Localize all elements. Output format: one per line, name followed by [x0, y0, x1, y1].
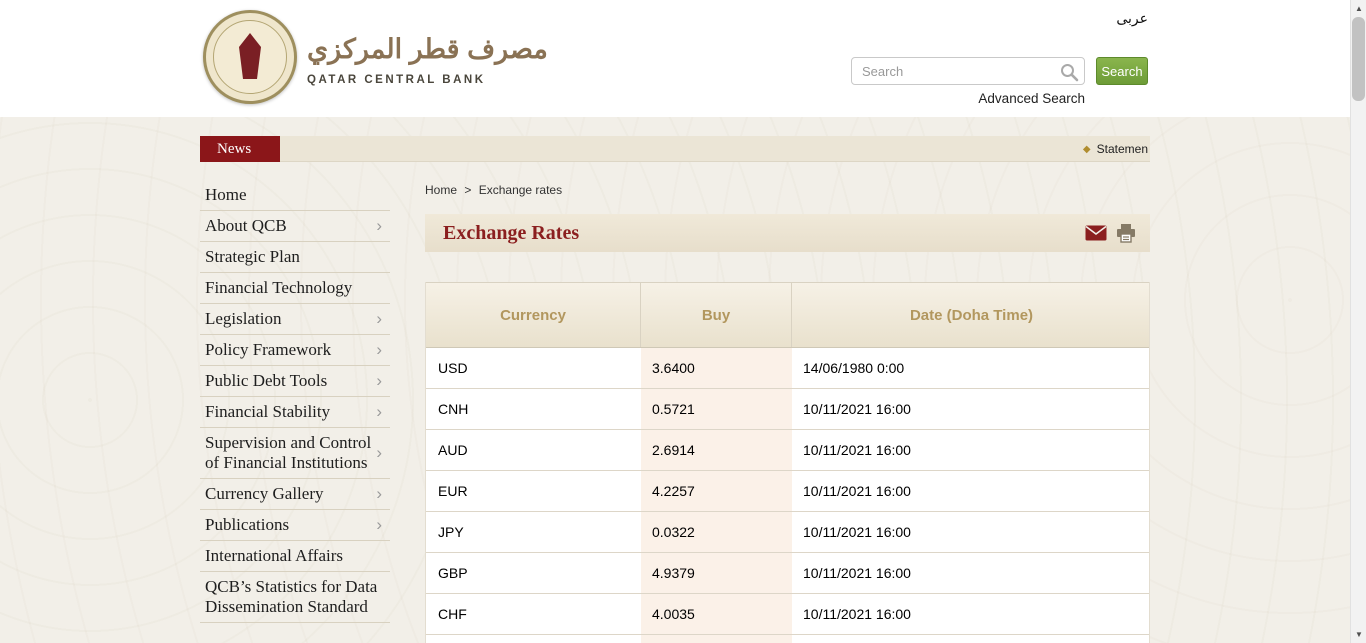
arabic-language-link[interactable]: عربى — [1116, 10, 1148, 27]
buy-rate: 4.0035 — [641, 594, 792, 634]
breadcrumb-current: Exchange rates — [479, 183, 562, 197]
table-row: GBP 4.9379 10/11/2021 16:00 — [426, 553, 1149, 594]
currency-code: GBP — [426, 553, 641, 593]
breadcrumb: Home > Exchange rates — [425, 183, 1150, 197]
sidebar-item-supervision[interactable]: Supervision and Control of Financial Ins… — [200, 428, 390, 479]
column-header-currency: Currency — [426, 283, 641, 347]
chevron-right-icon: › — [372, 371, 382, 391]
news-ticker-item[interactable]: ◆ Statemen — [1083, 136, 1148, 162]
page: مصرف قطر المركزي QATAR CENTRAL BANK عربى… — [0, 0, 1366, 643]
chevron-right-icon: › — [372, 484, 382, 504]
scroll-down-arrow-icon[interactable]: ▼ — [1351, 626, 1366, 643]
sidebar-item-currency-gallery[interactable]: Currency Gallery › — [200, 479, 390, 510]
page-title-bar: Exchange Rates — [425, 214, 1150, 252]
rate-date: 10/11/2021 16:00 — [792, 594, 1151, 634]
table-row: USD 3.6400 14/06/1980 0:00 — [426, 348, 1149, 389]
chevron-right-icon: › — [372, 309, 382, 329]
table-row: CNH 0.5721 10/11/2021 16:00 — [426, 389, 1149, 430]
search-input[interactable] — [852, 58, 1084, 84]
news-bar: News ◆ Statemen — [200, 136, 1150, 162]
print-icon[interactable] — [1116, 224, 1136, 243]
breadcrumb-home-link[interactable]: Home — [425, 183, 457, 197]
exchange-rates-table: Currency Buy Date (Doha Time) USD 3.6400… — [425, 282, 1150, 643]
chevron-right-icon: › — [372, 340, 382, 360]
sidebar-nav: Home About QCB › Strategic Plan Financia… — [200, 180, 390, 623]
currency-code: USD — [426, 348, 641, 388]
rate-date: 10/11/2021 16:00 — [792, 512, 1151, 552]
news-ticker-text: Statemen — [1097, 142, 1148, 156]
table-row: JPY 0.0322 10/11/2021 16:00 — [426, 512, 1149, 553]
rate-date: 10/11/2021 16:00 — [792, 553, 1151, 593]
qcb-emblem-icon — [233, 31, 267, 83]
sidebar-item-legislation[interactable]: Legislation › — [200, 304, 390, 335]
scroll-up-arrow-icon[interactable]: ▲ — [1351, 0, 1366, 17]
sidebar-item-home[interactable]: Home — [200, 180, 390, 211]
table-row: CHF 4.0035 10/11/2021 16:00 — [426, 594, 1149, 635]
currency-code: EUR — [426, 471, 641, 511]
qcb-logo[interactable]: مصرف قطر المركزي QATAR CENTRAL BANK — [203, 10, 548, 104]
rate-date: 14/06/1980 0:00 — [792, 348, 1151, 388]
chevron-right-icon: › — [372, 216, 382, 236]
logo-arabic-calligraphy: مصرف قطر المركزي — [307, 28, 548, 71]
column-header-date: Date (Doha Time) — [792, 283, 1151, 347]
buy-rate: 3.6400 — [641, 348, 792, 388]
page-title: Exchange Rates — [425, 222, 1085, 245]
site-header: مصرف قطر المركزي QATAR CENTRAL BANK عربى… — [0, 0, 1350, 117]
search-area: Search Advanced Search — [851, 57, 1148, 107]
rate-date: 10/11/2021 16:00 — [792, 430, 1151, 470]
table-row: AUD 2.6914 10/11/2021 16:00 — [426, 430, 1149, 471]
table-header-row: Currency Buy Date (Doha Time) — [426, 282, 1149, 348]
currency-code: CNH — [426, 389, 641, 429]
buy-rate: 4.2257 — [641, 471, 792, 511]
email-icon[interactable] — [1085, 225, 1107, 241]
table-row-partial — [426, 635, 1149, 643]
news-tab[interactable]: News — [200, 136, 280, 162]
rate-date: 10/11/2021 16:00 — [792, 471, 1151, 511]
currency-code: AUD — [426, 430, 641, 470]
chevron-right-icon: › — [372, 515, 382, 535]
sidebar-item-policy-framework[interactable]: Policy Framework › — [200, 335, 390, 366]
sidebar-item-publications[interactable]: Publications › — [200, 510, 390, 541]
chevron-right-icon: › — [372, 443, 382, 463]
search-button[interactable]: Search — [1096, 57, 1148, 85]
diamond-bullet-icon: ◆ — [1083, 144, 1091, 155]
currency-code: CHF — [426, 594, 641, 634]
buy-rate: 4.9379 — [641, 553, 792, 593]
breadcrumb-separator: > — [464, 183, 471, 197]
advanced-search-link[interactable]: Advanced Search — [978, 91, 1085, 106]
sidebar-item-public-debt-tools[interactable]: Public Debt Tools › — [200, 366, 390, 397]
vertical-scrollbar[interactable]: ▲ ▼ — [1350, 0, 1366, 643]
currency-code: JPY — [426, 512, 641, 552]
buy-rate: 2.6914 — [641, 430, 792, 470]
search-icon[interactable] — [1059, 62, 1079, 82]
chevron-right-icon: › — [372, 402, 382, 422]
sidebar-item-strategic-plan[interactable]: Strategic Plan — [200, 242, 390, 273]
sidebar-item-about-qcb[interactable]: About QCB › — [200, 211, 390, 242]
scrollbar-thumb[interactable] — [1352, 17, 1365, 101]
column-header-buy: Buy — [641, 283, 792, 347]
main-content: Home > Exchange rates Exchange Rates — [425, 183, 1150, 643]
buy-rate: 0.5721 — [641, 389, 792, 429]
bank-name: QATAR CENTRAL BANK — [307, 74, 548, 86]
sidebar-item-financial-technology[interactable]: Financial Technology — [200, 273, 390, 304]
buy-rate: 0.0322 — [641, 512, 792, 552]
logo-text: مصرف قطر المركزي QATAR CENTRAL BANK — [307, 28, 548, 85]
sidebar-item-qcb-statistics[interactable]: QCB’s Statistics for Data Dissemination … — [200, 572, 390, 623]
rate-date: 10/11/2021 16:00 — [792, 389, 1151, 429]
qcb-seal-icon — [203, 10, 297, 104]
sidebar-item-international-affairs[interactable]: International Affairs — [200, 541, 390, 572]
table-row: EUR 4.2257 10/11/2021 16:00 — [426, 471, 1149, 512]
sidebar-item-financial-stability[interactable]: Financial Stability › — [200, 397, 390, 428]
search-box — [851, 57, 1085, 85]
title-action-icons — [1085, 224, 1150, 243]
